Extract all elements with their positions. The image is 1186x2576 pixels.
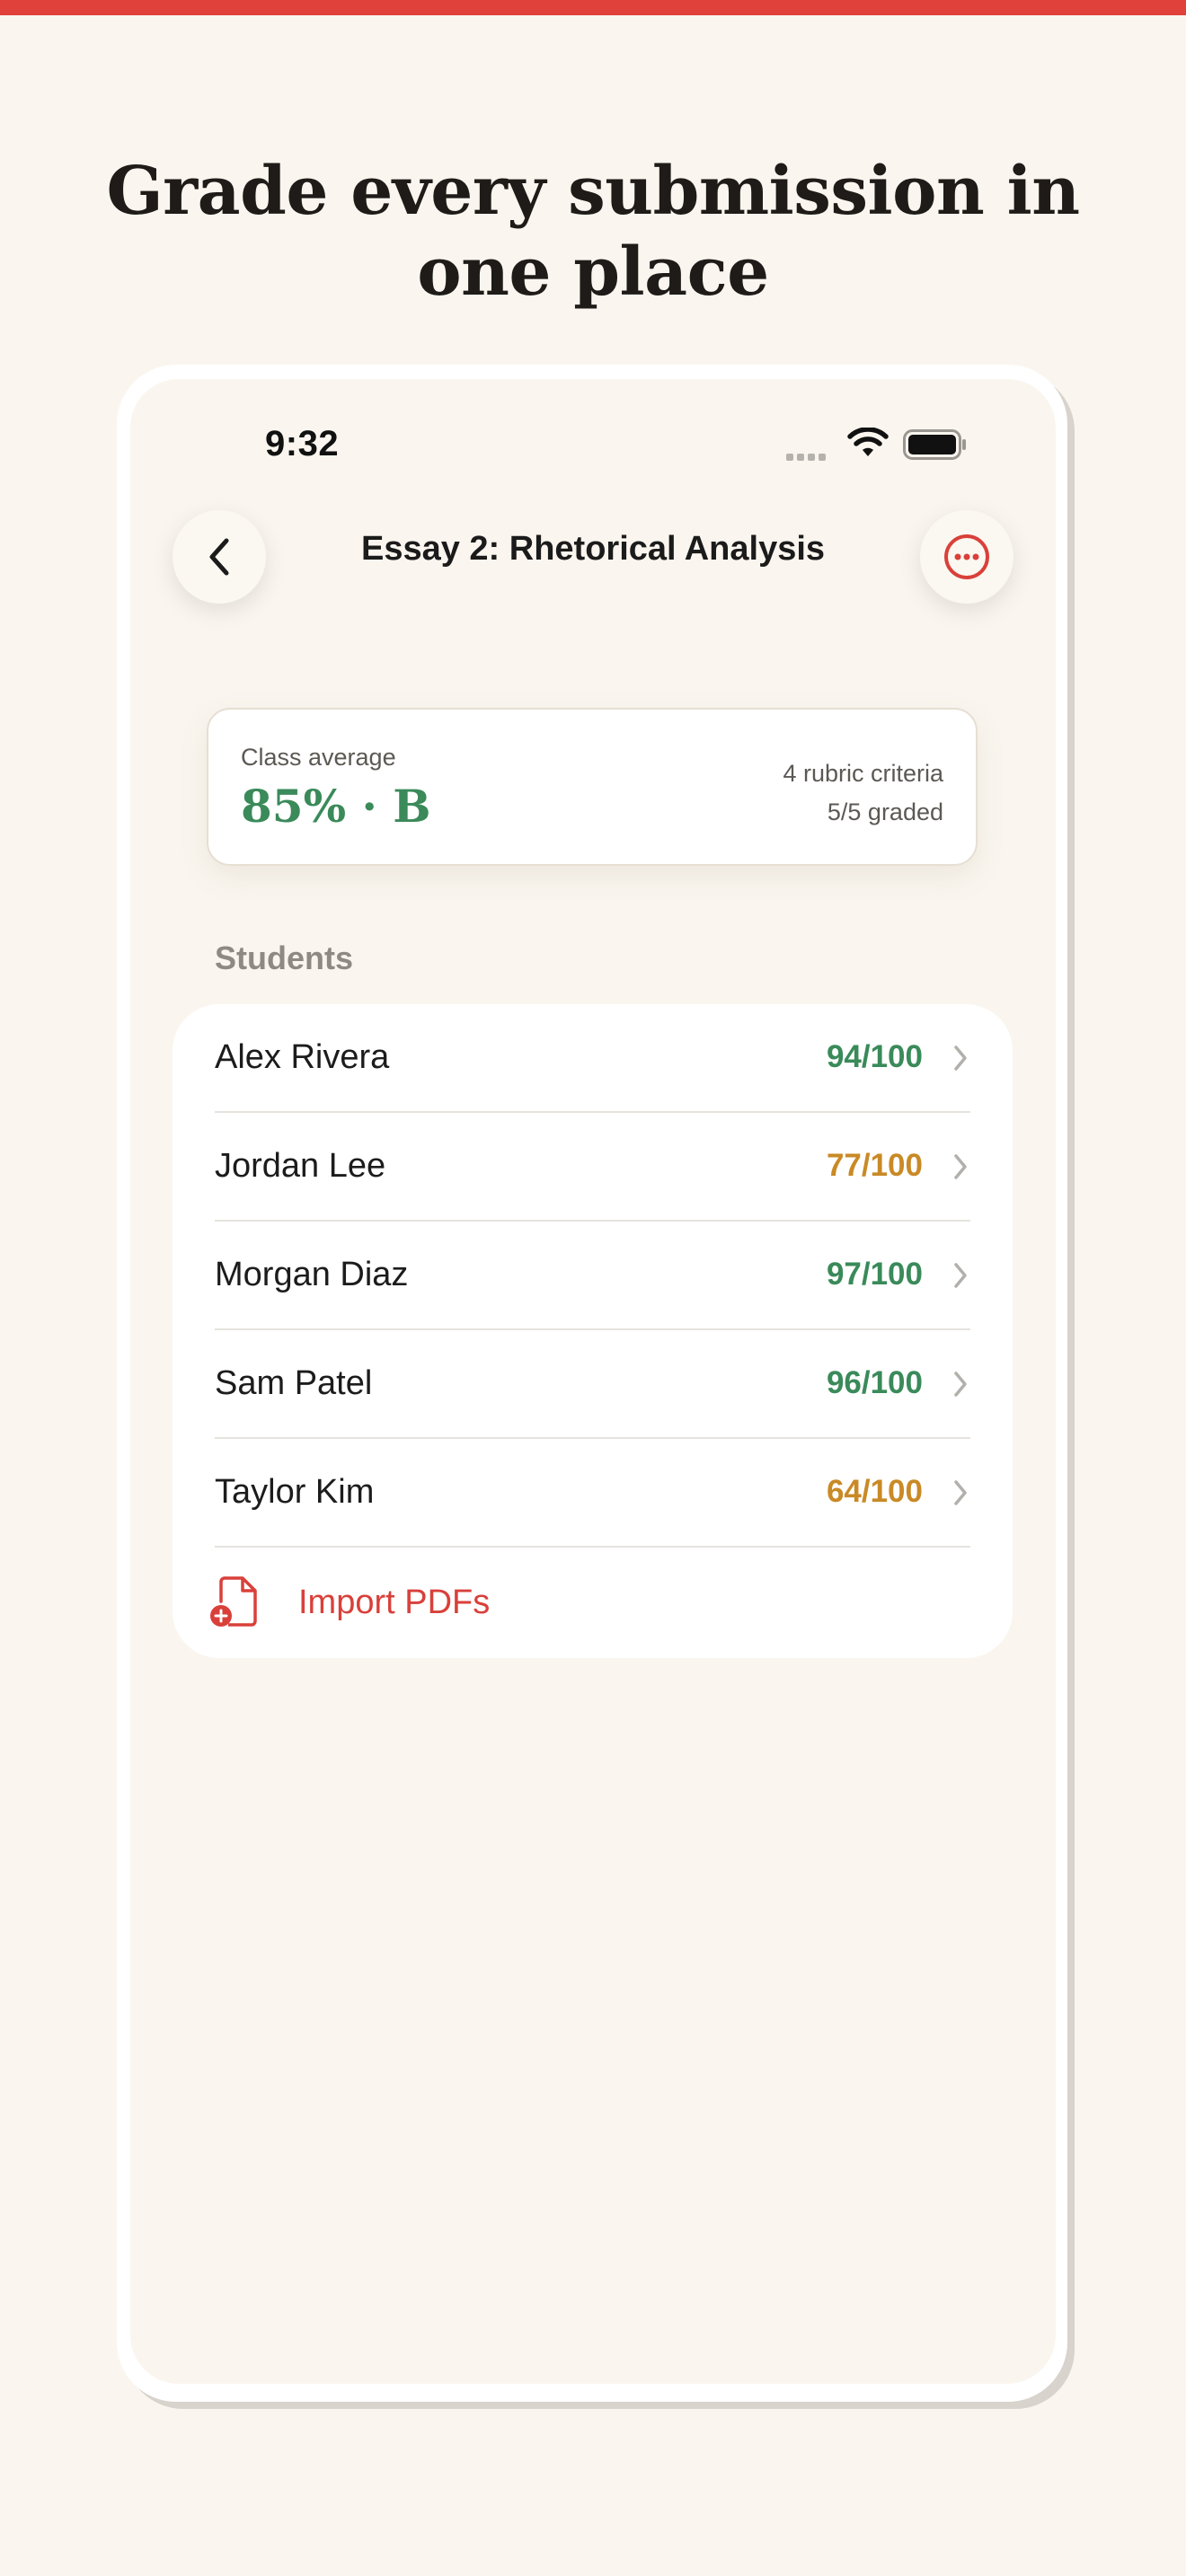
chevron-right-icon <box>954 1263 967 1288</box>
student-score: 94/100 <box>826 1039 923 1074</box>
student-name: Morgan Diaz <box>215 1256 409 1293</box>
student-row[interactable]: Alex Rivera 94/100 <box>173 1004 1013 1113</box>
student-score: 77/100 <box>826 1148 923 1183</box>
chevron-left-icon <box>209 538 229 576</box>
student-name: Taylor Kim <box>215 1473 375 1511</box>
student-row[interactable]: Jordan Lee 77/100 <box>173 1113 1013 1222</box>
rubric-summary: 4 rubric criteria 5/5 graded <box>783 754 943 832</box>
document-add-icon <box>210 1576 257 1627</box>
import-pdfs-button[interactable]: Import PDFs <box>173 1548 1013 1656</box>
class-average-label: Class average <box>241 744 396 771</box>
marketing-headline: Grade every submission in one place <box>106 153 1080 311</box>
student-name: Sam Patel <box>215 1364 373 1402</box>
student-score: 64/100 <box>826 1474 923 1509</box>
chevron-right-icon <box>954 1154 967 1179</box>
student-list: Alex Rivera 94/100 Jordan Lee 77/100 Mor… <box>173 1004 1013 1658</box>
student-name: Jordan Lee <box>215 1147 386 1185</box>
students-section-header: Students <box>215 940 354 976</box>
more-options-button[interactable] <box>920 510 1013 604</box>
cellular-signal-icon <box>786 449 833 461</box>
chevron-right-icon <box>954 1480 967 1505</box>
ellipsis-circle-icon <box>944 534 989 579</box>
rubric-criteria-count: 4 rubric criteria <box>783 760 943 787</box>
student-score: 97/100 <box>826 1257 923 1292</box>
import-pdfs-label: Import PDFs <box>298 1584 491 1621</box>
page-title: Essay 2: Rhetorical Analysis <box>360 530 826 568</box>
app-screen: 9:32 Essay 2: Rhetorical Analysis Class … <box>130 379 1056 2384</box>
student-row[interactable]: Taylor Kim 64/100 <box>173 1439 1013 1548</box>
graded-count: 5/5 graded <box>827 798 943 825</box>
status-time: 9:32 <box>265 424 340 463</box>
battery-icon <box>903 429 966 460</box>
chevron-right-icon <box>954 1045 967 1071</box>
student-name: Alex Rivera <box>215 1038 390 1076</box>
chevron-right-icon <box>954 1372 967 1397</box>
wifi-icon <box>847 428 889 456</box>
student-row[interactable]: Morgan Diaz 97/100 <box>173 1222 1013 1330</box>
student-row[interactable]: Sam Patel 96/100 <box>173 1330 1013 1439</box>
class-average-value: 85% · B <box>241 780 431 833</box>
back-button[interactable] <box>173 510 266 604</box>
student-score: 96/100 <box>826 1365 923 1400</box>
class-average-card: Class average 85% · B 4 rubric criteria … <box>207 708 978 866</box>
top-accent-stripe <box>0 0 1186 15</box>
